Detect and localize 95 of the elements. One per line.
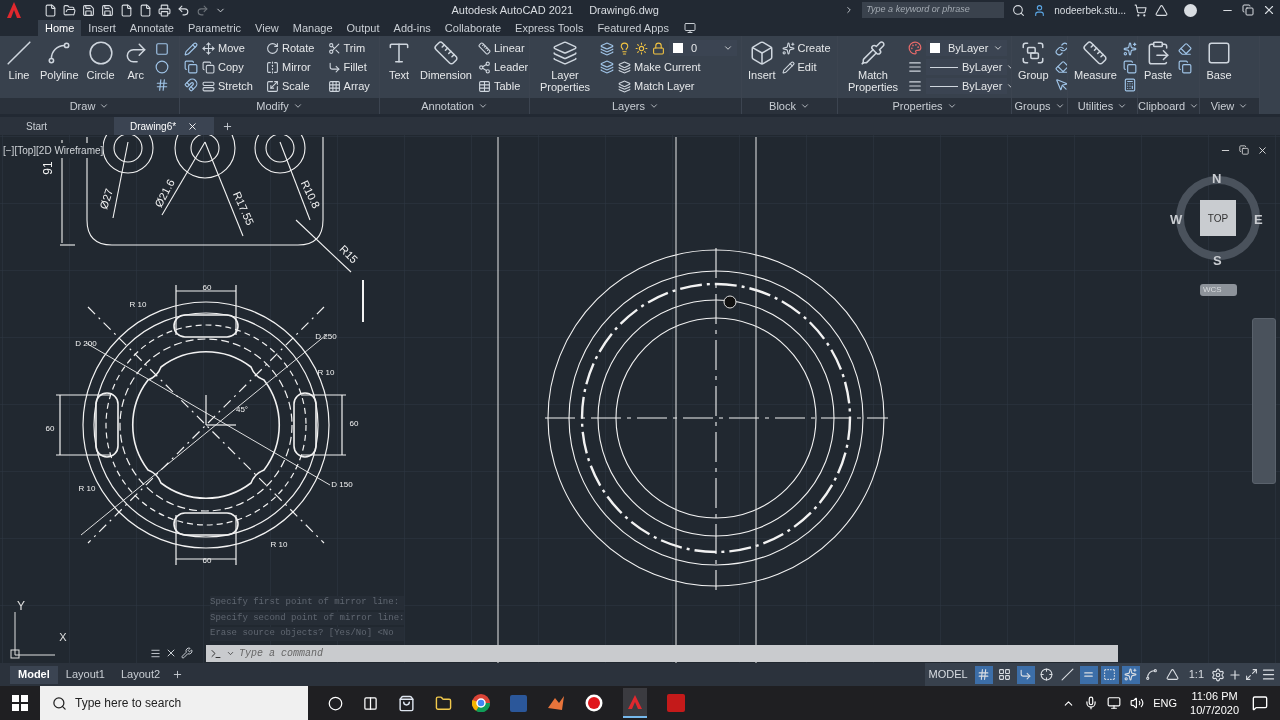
dimension-text: 60: [202, 556, 212, 565]
dimension-text: R 10: [78, 484, 96, 493]
taskbar-search-field[interactable]: Type here to search: [40, 686, 308, 720]
ribbon-button[interactable]: Polyline: [38, 40, 81, 81]
tool-button[interactable]: Scale: [266, 78, 320, 94]
dropdown[interactable]: ByLayer: [926, 40, 1007, 56]
command-field[interactable]: Type a command: [206, 645, 1118, 662]
panel-title: Modify: [256, 98, 289, 114]
compass-letter: W: [1170, 211, 1183, 229]
ribbon-button[interactable]: Arc: [120, 40, 151, 81]
user-name[interactable]: nodeerbek.stu...: [1054, 2, 1126, 18]
tool-button[interactable]: Copy: [202, 59, 258, 75]
help-search-field[interactable]: Type a keyword or phrase: [862, 2, 1005, 18]
panel-title: Clipboard: [1138, 98, 1186, 114]
app-title: Autodesk AutoCAD 2021: [451, 2, 574, 18]
ribbon-button[interactable]: Base: [1204, 40, 1234, 81]
layout-tab[interactable]: Layout2: [112, 665, 169, 684]
tool-button[interactable]: Table: [477, 78, 529, 94]
panel-title: Draw: [69, 98, 96, 114]
ribbon-tab[interactable]: View: [248, 20, 286, 36]
panel-title: Layers: [612, 98, 645, 114]
tool-button[interactable]: Rotate: [266, 40, 320, 56]
dimension-text: R15: [337, 242, 361, 266]
dimension-text: 60: [349, 419, 359, 428]
ribbon-tab[interactable]: Home: [38, 20, 82, 36]
compass-letter: E: [1254, 211, 1263, 229]
viewcube-face[interactable]: TOP: [1200, 200, 1236, 236]
tool-button[interactable]: Leader: [477, 59, 529, 75]
panel-title: Utilities: [1077, 98, 1114, 114]
tool-button[interactable]: Stretch: [202, 78, 258, 94]
dimension-text: R 10: [317, 368, 335, 377]
dimension-text: 60: [45, 424, 55, 433]
ribbon-tab[interactable]: Collaborate: [437, 20, 509, 36]
dimension-text: 60: [202, 283, 212, 292]
dropdown-value: 0: [690, 40, 698, 56]
ribbon-tab[interactable]: Annotate: [122, 20, 181, 36]
panel-title: Properties: [892, 98, 943, 114]
tool-button[interactable]: Edit: [781, 59, 833, 75]
tool-button[interactable]: Fillet: [327, 59, 375, 75]
ribbon-button[interactable]: Measure: [1072, 40, 1119, 81]
tool-button[interactable]: Match Layer: [618, 78, 737, 94]
dimension-text: R 10: [129, 300, 147, 309]
dimension-text: Ø27: [97, 187, 116, 211]
compass-letter: S: [1213, 252, 1222, 270]
ribbon-tab[interactable]: Parametric: [180, 20, 249, 36]
tool-button[interactable]: Make Current: [618, 59, 737, 75]
layout-tab[interactable]: Model: [10, 665, 58, 684]
ribbon-button[interactable]: Match Properties: [842, 40, 904, 93]
tool-button[interactable]: Move: [202, 40, 258, 56]
dimension-text: D 200: [75, 339, 97, 348]
file-name: Drawing6.dwg: [589, 2, 659, 18]
tool-button[interactable]: Mirror: [266, 59, 320, 75]
ribbon-button[interactable]: Layer Properties: [534, 40, 596, 93]
ribbon-button[interactable]: Circle: [84, 40, 117, 81]
clock[interactable]: 11:06 PM 10/7/2020: [1186, 689, 1243, 717]
dimension-text: D 250: [315, 332, 337, 341]
ribbon-button[interactable]: Paste: [1142, 40, 1175, 81]
panel-title: Block: [769, 98, 796, 114]
file-tab-label: Start: [26, 119, 48, 134]
panel-title: Annotation: [421, 98, 474, 114]
model-space-button[interactable]: MODEL: [924, 666, 972, 683]
ribbon-tab[interactable]: Express Tools: [508, 20, 591, 36]
dropdown-value: ByLayer: [962, 59, 1003, 75]
ribbon-button[interactable]: Group: [1016, 40, 1051, 81]
dimension-text: 45°: [235, 405, 249, 414]
tool-button[interactable]: Create: [781, 40, 833, 56]
file-tab[interactable]: Drawing6*: [114, 117, 214, 135]
tool-button[interactable]: Trim: [327, 40, 375, 56]
dropdown-value: ByLayer: [962, 78, 1003, 94]
panel-title: View: [1210, 98, 1235, 114]
ribbon-button[interactable]: Line: [4, 40, 34, 81]
ribbon-button[interactable]: Text: [384, 40, 414, 81]
axis-label: X: [59, 631, 67, 643]
ribbon-tab[interactable]: Manage: [285, 20, 340, 36]
ribbon-tab[interactable]: Insert: [81, 20, 123, 36]
viewport-label[interactable]: [−][Top][2D Wireframe]: [3, 143, 104, 158]
dimension-text: 91: [41, 161, 55, 175]
dimension-text: D 150: [331, 480, 353, 489]
annotation-scale-button[interactable]: 1:1: [1184, 666, 1208, 683]
compass-letter: N: [1212, 170, 1222, 188]
layout-tab[interactable]: Layout1: [57, 665, 113, 684]
language-indicator[interactable]: ENG: [1153, 694, 1178, 712]
dimension-text: R 10: [270, 540, 288, 549]
dropdown[interactable]: 0: [669, 40, 737, 56]
tool-button[interactable]: Linear: [477, 40, 529, 56]
ribbon-tab[interactable]: Output: [339, 20, 387, 36]
ribbon-tab[interactable]: Featured Apps: [590, 20, 676, 36]
dropdown-value: ByLayer: [947, 40, 989, 56]
ribbon-button[interactable]: Dimension: [418, 40, 474, 81]
file-tab-label: Drawing6*: [130, 119, 177, 134]
axis-label: Y: [17, 599, 25, 613]
panel-title: Groups: [1014, 98, 1051, 114]
ribbon-tab[interactable]: Add-ins: [386, 20, 438, 36]
tool-button[interactable]: Array: [327, 78, 375, 94]
ribbon-button[interactable]: Insert: [746, 40, 778, 81]
